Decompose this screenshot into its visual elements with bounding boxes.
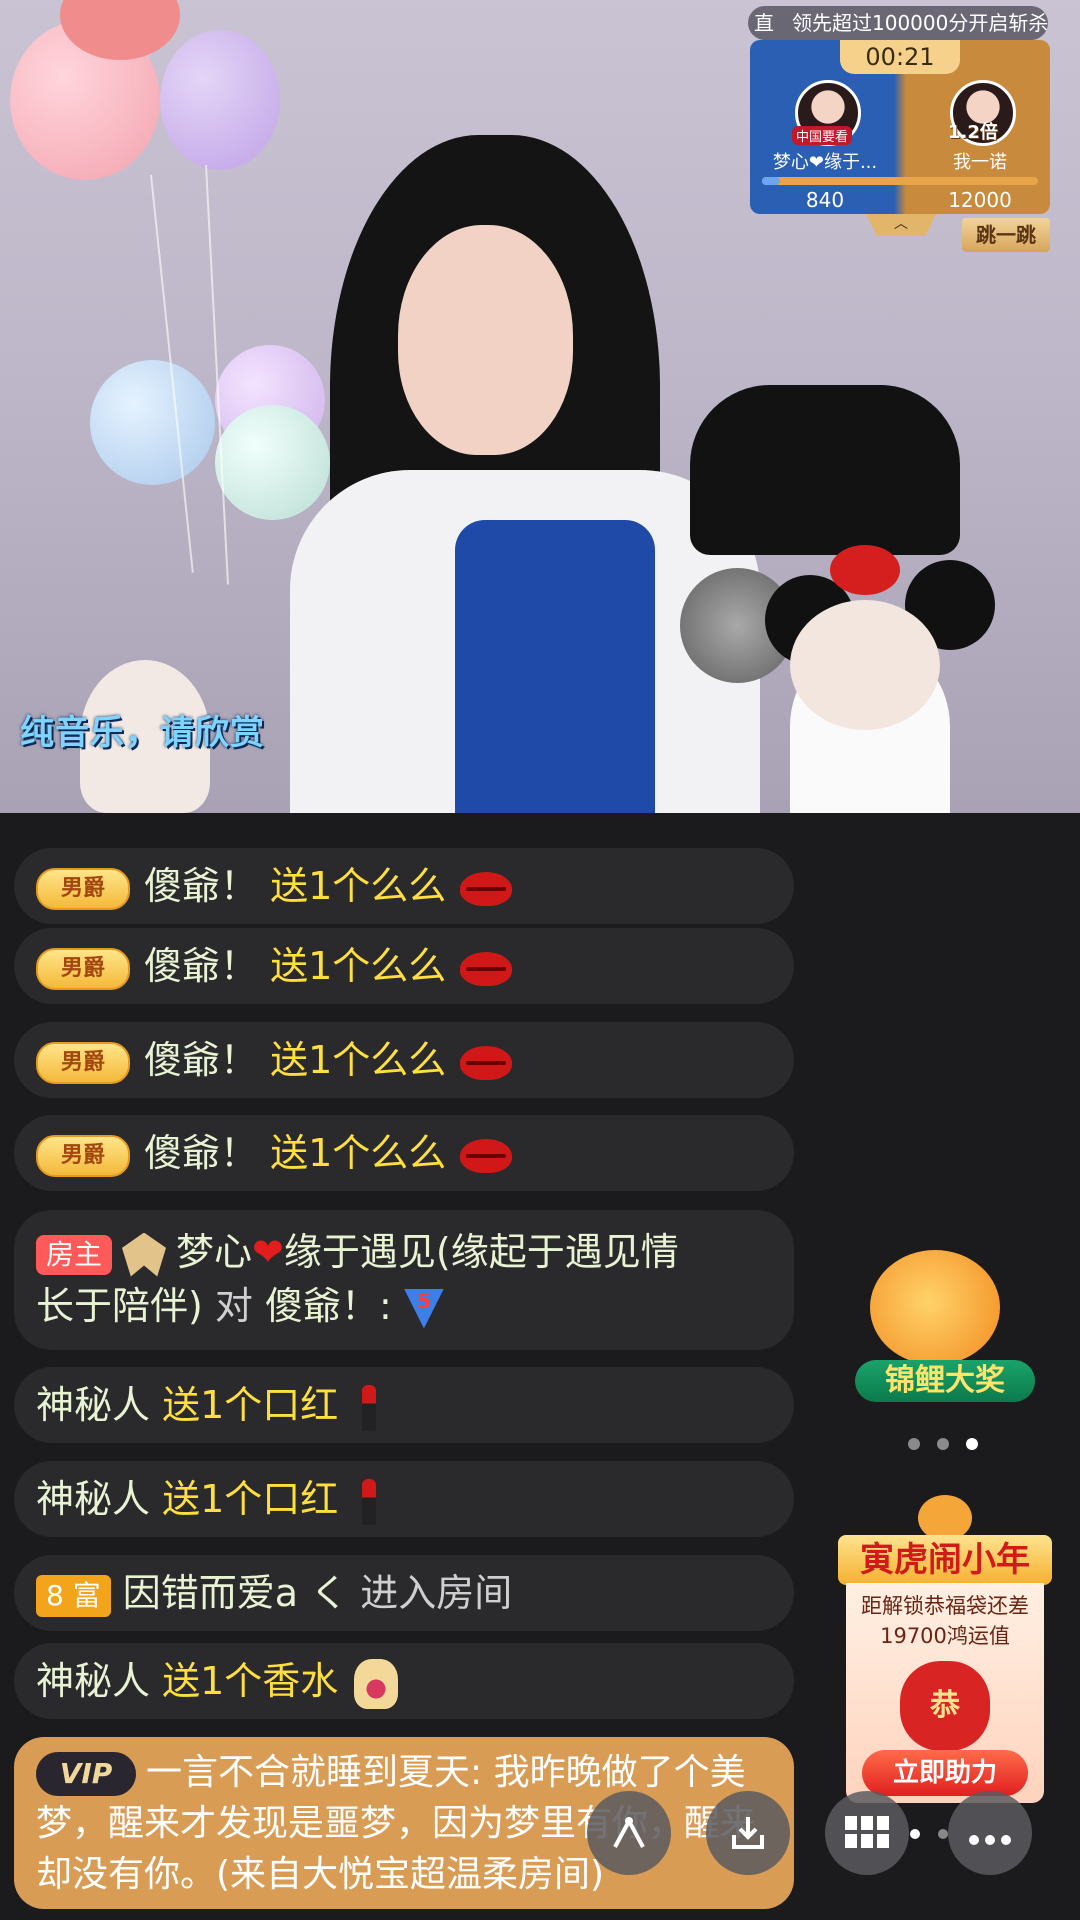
target-name[interactable]: 傻爺！: <box>265 1284 392 1328</box>
balloon-blue <box>90 360 215 485</box>
chat-message[interactable]: 男爵 傻爺！ 送1个么么 <box>14 848 794 924</box>
share-icon <box>613 1816 645 1848</box>
video-caption: 纯音乐，请欣赏 <box>20 713 265 753</box>
notification-dot <box>910 1829 920 1839</box>
koi-fish-icon <box>870 1250 1000 1365</box>
chat-message[interactable]: 男爵 傻爺！ 送1个么么 <box>14 1022 794 1098</box>
host-badge: 房主 <box>36 1234 113 1275</box>
rich-level-badge: 8 富 <box>36 1574 111 1617</box>
kiss-lips-icon <box>460 951 513 986</box>
balloon-mint <box>215 405 330 520</box>
pk-jump-button[interactable]: 跳一跳 <box>962 218 1050 252</box>
chat-message[interactable]: 男爵 傻爺！ 送1个么么 <box>14 1115 794 1191</box>
gift-text: 送1个么么 <box>270 1038 447 1082</box>
lipstick-icon <box>362 1384 377 1431</box>
chat-message[interactable]: 神秘人 送1个口红 <box>14 1461 794 1537</box>
vip-crown-badge: VIP <box>36 1752 136 1796</box>
koi-prize-label: 锦鲤大奖 <box>855 1360 1035 1402</box>
streamer-shirt <box>455 520 655 813</box>
pager-dot <box>937 1438 949 1450</box>
pager-dot-active <box>966 1438 978 1450</box>
chat-message[interactable]: 神秘人 送1个口红 <box>14 1367 794 1443</box>
sender-name[interactable]: 神秘人 <box>36 1383 150 1427</box>
pk-right-score: 12000 <box>948 188 1012 212</box>
pk-left-avatar-tag: 中国要看 <box>792 126 853 145</box>
sender-name[interactable]: 神秘人 <box>36 1659 150 1703</box>
streamer-face <box>398 225 573 455</box>
sender-name-rest[interactable]: 缘于遇见(缘起于遇见情 <box>284 1230 679 1274</box>
pk-collapse-chevron-up-icon[interactable]: ︿ <box>866 214 936 236</box>
pk-timer: 00:21 <box>840 40 960 74</box>
rich-level: 8 <box>46 1578 64 1612</box>
sender-name-cont[interactable]: 长于陪伴) <box>36 1284 203 1328</box>
gift-text: 送1个么么 <box>270 864 447 908</box>
kiss-lips-icon <box>460 1045 513 1080</box>
chat-message[interactable]: 神秘人 送1个香水 <box>14 1643 794 1719</box>
pk-banner-text: 领先超过100000分开启斩杀 <box>792 11 1048 35</box>
tiger-desc-line1: 距解锁恭福袋还差 <box>861 1594 1029 1618</box>
lucky-bag-char: 恭 <box>930 1688 960 1723</box>
nanjue-badge: 男爵 <box>36 947 130 990</box>
lipstick-icon <box>362 1478 377 1525</box>
nanjue-badge: 男爵 <box>36 1041 130 1084</box>
help-now-button[interactable]: 立即助力 <box>862 1750 1028 1796</box>
kiss-lips-icon <box>460 1138 513 1173</box>
apps-grid-button[interactable] <box>825 1791 909 1875</box>
pk-progress-bar <box>762 177 1038 185</box>
wing-rank-icon <box>122 1232 167 1277</box>
kiss-lips-icon <box>460 871 513 906</box>
tiger-title: 寅虎闹小年 <box>838 1535 1052 1585</box>
pk-banner-prefix: 直 <box>754 11 774 35</box>
enter-action: 进入房间 <box>360 1571 513 1615</box>
sender-name[interactable]: 傻爺！ <box>144 864 258 908</box>
pk-progress-fill <box>762 177 780 185</box>
pager-dot <box>908 1438 920 1450</box>
pk-left-name: 梦心❤缘于... <box>772 152 878 173</box>
pk-panel[interactable]: 00:21 中国要看 1.2倍 梦心❤缘于... 我一诺 840 12000 <box>750 40 1050 214</box>
minnie-bow <box>830 545 900 595</box>
pk-multiplier: 1.2倍 <box>948 122 998 143</box>
perfume-icon <box>354 1658 399 1709</box>
tiger-description: 距解锁恭福袋还差 19700鸿运值 <box>846 1591 1044 1651</box>
to-word: 对 <box>214 1284 253 1328</box>
share-button[interactable] <box>587 1791 671 1875</box>
separator-dot <box>938 1829 948 1839</box>
minnie-plush-head <box>790 600 940 730</box>
sender-name[interactable]: 梦心 <box>176 1230 252 1274</box>
more-button[interactable] <box>948 1791 1032 1875</box>
heart-icon: ❤ <box>252 1230 284 1274</box>
gift-text: 送1个香水 <box>162 1659 339 1703</box>
tiger-new-year-widget[interactable]: 寅虎闹小年 距解锁恭福袋还差 19700鸿运值 恭 立即助力 <box>838 1495 1052 1815</box>
pk-left-score: 840 <box>805 188 845 212</box>
nanjue-badge: 男爵 <box>36 867 130 910</box>
chat-message[interactable]: 男爵 傻爺！ 送1个么么 <box>14 928 794 1004</box>
download-icon <box>732 1817 764 1849</box>
chat-message-host[interactable]: 房主 梦心❤缘于遇见(缘起于遇见情 长于陪伴) 对 傻爺！: 5 <box>14 1210 794 1350</box>
rich-label: 富 <box>72 1578 101 1612</box>
gift-text: 送1个么么 <box>270 944 447 988</box>
sender-name[interactable]: 因错而爱a く <box>123 1571 348 1615</box>
sender-name[interactable]: 神秘人 <box>36 1477 150 1521</box>
more-icon <box>969 1835 1011 1845</box>
download-button[interactable] <box>706 1791 790 1875</box>
pk-right-name: 我一诺 <box>953 152 1007 173</box>
pk-banner[interactable]: 直领先超过100000分开启斩杀 <box>748 6 1048 40</box>
gift-text: 送1个口红 <box>162 1383 339 1427</box>
chair <box>690 385 960 555</box>
sender-name[interactable]: 傻爺！ <box>144 1131 258 1175</box>
gift-text: 送1个口红 <box>162 1477 339 1521</box>
chat-message-vip[interactable]: VIP 一言不合就睡到夏天: 我昨晚做了个美梦，醒来才发现是噩梦，因为梦里有你，醒… <box>14 1737 794 1909</box>
gift-text: 送1个么么 <box>270 1131 447 1175</box>
tiger-card: 距解锁恭福袋还差 19700鸿运值 恭 立即助力 <box>846 1583 1044 1803</box>
balloon-purple <box>160 30 280 170</box>
chat-message-enter[interactable]: 8 富因错而爱a く 进入房间 <box>14 1555 794 1631</box>
lucky-bag-icon: 恭 <box>900 1661 990 1751</box>
grid-icon <box>845 1816 889 1848</box>
sender-name[interactable]: 傻爺！ <box>144 944 258 988</box>
nanjue-badge: 男爵 <box>36 1134 130 1177</box>
koi-prize-widget[interactable]: 锦鲤大奖 <box>850 1250 1040 1402</box>
level-badge-icon: 5 <box>403 1288 444 1329</box>
sender-name[interactable]: 傻爺！ <box>144 1038 258 1082</box>
tiger-desc-line2: 19700鸿运值 <box>880 1624 1010 1648</box>
